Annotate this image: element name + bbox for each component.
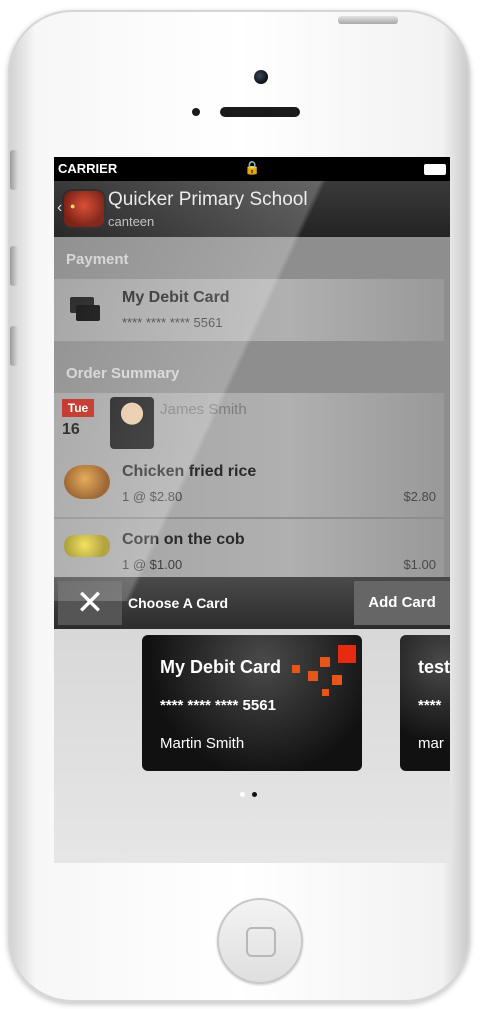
chicken-rice-icon <box>64 465 110 499</box>
home-square-icon <box>246 927 276 957</box>
student-row: Tue 16 James Smith <box>54 393 444 453</box>
volume-down-button <box>10 326 18 366</box>
order-item-row[interactable]: Chicken fried rice 1 @ $2.80 $2.80 <box>54 453 444 517</box>
page-dot-active <box>252 792 257 797</box>
card-logo-square <box>320 657 330 667</box>
page-dot <box>240 792 245 797</box>
card-logo-square <box>322 689 329 696</box>
day-of-week: Tue <box>62 399 94 417</box>
payment-card-name: My Debit Card <box>122 289 230 306</box>
order-content: Payment My Debit Card **** **** **** 556… <box>54 237 450 577</box>
card-logo-square <box>338 645 356 663</box>
item-name: Corn on the cob <box>122 531 245 548</box>
card-carousel-item[interactable]: My Debit Card **** **** **** 5561 Martin… <box>142 635 362 771</box>
mute-switch <box>10 150 18 190</box>
student-name: James Smith <box>160 401 247 418</box>
item-total: $2.80 <box>403 489 436 504</box>
card-number: **** **** **** 5561 <box>160 697 276 714</box>
card-logo-square <box>332 675 342 685</box>
card-name: My Debit Card <box>160 657 282 677</box>
card-name: test <box>418 657 450 677</box>
payment-section-header: Payment <box>66 251 129 268</box>
item-qty-price: 1 @ $1.00 <box>122 557 183 572</box>
power-button <box>338 16 398 24</box>
order-summary-header: Order Summary <box>66 365 180 382</box>
chevron-left-icon[interactable]: ‹ <box>57 199 62 217</box>
card-number: **** <box>418 697 442 714</box>
page-indicator <box>240 791 264 799</box>
camera-icon <box>254 70 268 84</box>
volume-up-button <box>10 246 18 286</box>
battery-icon <box>424 164 446 175</box>
home-button[interactable] <box>217 898 303 984</box>
payment-card-number: **** **** **** 5561 <box>122 315 223 330</box>
page-title: Quicker Primary School <box>108 189 308 210</box>
item-name: Chicken fried rice <box>122 463 257 480</box>
school-logo-icon[interactable]: ● <box>64 191 104 227</box>
card-carousel-item[interactable]: test **** mar <box>400 635 450 771</box>
app-screen: CARRIER 🔒 ‹ ● Quicker Primary School can… <box>54 157 450 863</box>
card-chooser-bar: ✕ Choose A Card Add Card <box>54 577 450 629</box>
header-bar: ‹ ● Quicker Primary School canteen <box>54 181 450 237</box>
lock-icon: 🔒 <box>244 160 261 175</box>
card-logo-square <box>292 665 300 673</box>
credit-cards-icon <box>70 297 102 321</box>
payment-card-row[interactable]: My Debit Card **** **** **** 5561 <box>54 279 444 341</box>
page-subtitle: canteen <box>108 214 155 229</box>
order-item-row[interactable]: Corn on the cob 1 @ $1.00 $1.00 <box>54 519 444 577</box>
card-holder: mar <box>418 735 444 752</box>
status-bar: CARRIER 🔒 <box>54 157 450 181</box>
carrier-label: CARRIER <box>58 161 118 176</box>
card-picker: My Debit Card **** **** **** 5561 Martin… <box>54 629 450 863</box>
avatar <box>110 397 154 449</box>
card-holder: Martin Smith <box>160 735 245 752</box>
speaker-grille <box>220 107 300 117</box>
add-card-button[interactable]: Add Card <box>354 581 450 625</box>
card-logo-square <box>308 671 318 681</box>
item-qty-price: 1 @ $2.80 <box>122 489 183 504</box>
date-badge: Tue 16 <box>62 399 96 443</box>
choose-card-title: Choose A Card <box>128 595 229 611</box>
sensor <box>192 108 200 116</box>
day-number: 16 <box>62 421 80 438</box>
item-total: $1.00 <box>403 557 436 572</box>
corn-icon <box>64 535 110 557</box>
close-icon[interactable]: ✕ <box>58 581 122 625</box>
